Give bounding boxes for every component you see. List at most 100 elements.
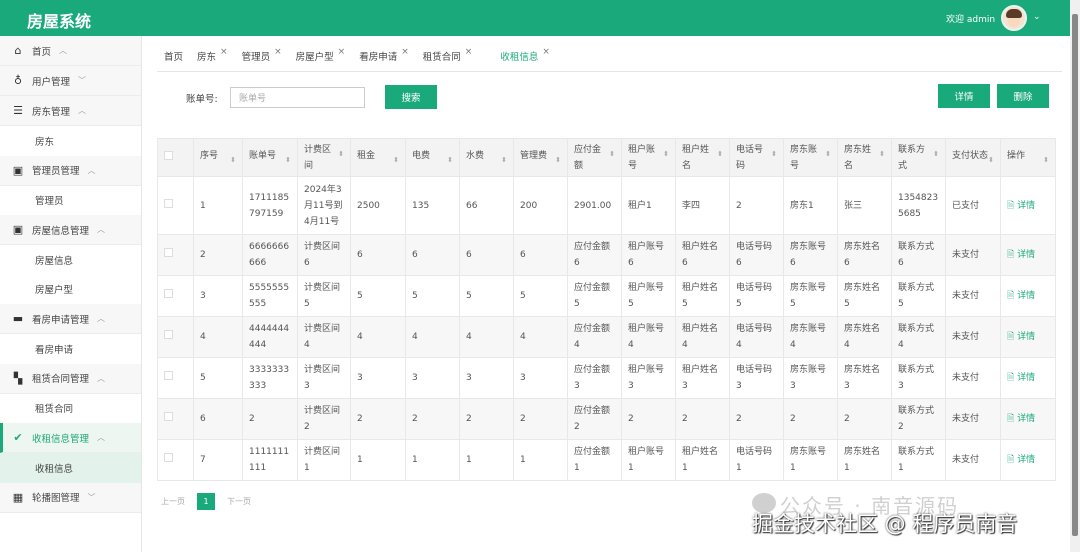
- table-cell: 房东账号5: [783, 275, 838, 317]
- sort-icon[interactable]: ⬍: [1043, 152, 1049, 168]
- sidebar-menu-7[interactable]: ✔ 收租信息管理 ︿: [0, 423, 141, 453]
- row-checkbox[interactable]: [164, 330, 173, 339]
- column-header[interactable]: ⬍ 序号: [193, 138, 243, 177]
- sidebar-menu-8[interactable]: ▦ 轮播图管理 ﹀: [0, 482, 141, 513]
- row-checkbox[interactable]: [164, 412, 173, 421]
- sidebar-item[interactable]: 看房申请: [0, 334, 141, 364]
- sidebar-menu-5[interactable]: ▬ 看房申请管理 ︿: [0, 304, 141, 334]
- close-icon[interactable]: ×: [220, 47, 228, 57]
- column-header[interactable]: ⬍ 管理费: [513, 138, 568, 177]
- sort-icon[interactable]: ⬍: [988, 152, 994, 168]
- sidebar-menu-4[interactable]: ▣ 房屋信息管理 ︿: [0, 215, 141, 245]
- sidebar-item[interactable]: 房屋户型: [0, 274, 141, 304]
- row-detail-button[interactable]: 🗎 详情: [1007, 332, 1035, 342]
- scrollbar-thumb[interactable]: [1072, 14, 1078, 536]
- sort-icon[interactable]: ⬍: [230, 152, 236, 168]
- column-header[interactable]: ⬍ 租户姓名: [675, 138, 730, 177]
- sidebar-item[interactable]: 管理员: [0, 185, 141, 215]
- column-header[interactable]: ⬍ 租户账号: [621, 138, 676, 177]
- row-detail-button[interactable]: 🗎 详情: [1007, 250, 1035, 260]
- cell-value: 2901.00: [574, 200, 612, 211]
- sort-icon[interactable]: ⬍: [447, 152, 453, 168]
- tab-5[interactable]: 租赁合同 ×: [416, 47, 480, 63]
- column-header[interactable]: ⬍ 水费: [459, 138, 514, 177]
- row-checkbox[interactable]: [164, 453, 173, 462]
- row-checkbox-cell[interactable]: [157, 439, 194, 481]
- sort-icon[interactable]: ⬍: [285, 152, 291, 168]
- sort-icon[interactable]: ⬍: [663, 146, 669, 162]
- sort-icon[interactable]: ⬍: [555, 152, 561, 168]
- page-1-button[interactable]: 1: [197, 493, 215, 510]
- sidebar-menu-2[interactable]: ☰ 房东管理 ︿: [0, 96, 141, 126]
- chevron-down-icon[interactable]: ⌄: [1033, 12, 1041, 22]
- checkbox[interactable]: [164, 150, 173, 160]
- sidebar-menu-1[interactable]: ♁ 用户管理 ﹀: [0, 66, 141, 96]
- sidebar-menu-3[interactable]: ▣ 管理员管理 ︿: [0, 155, 141, 186]
- close-icon[interactable]: ×: [465, 47, 473, 57]
- sidebar-menu-0[interactable]: ⌂ 首页 ︿: [0, 36, 141, 66]
- row-checkbox[interactable]: [164, 248, 173, 257]
- column-header[interactable]: ⬍ 电话号码: [729, 138, 784, 177]
- row-checkbox[interactable]: [164, 289, 173, 298]
- close-icon[interactable]: ×: [542, 47, 550, 57]
- close-icon[interactable]: ×: [338, 47, 346, 57]
- column-header[interactable]: ⬍ 租金: [350, 138, 406, 177]
- sort-icon[interactable]: ⬍: [338, 146, 344, 162]
- row-checkbox-cell[interactable]: [157, 234, 194, 276]
- row-detail-button[interactable]: 🗎 详情: [1007, 455, 1035, 465]
- column-header[interactable]: ⬍ 联系方式: [891, 138, 946, 177]
- column-header[interactable]: ⬍ 账单号: [242, 138, 298, 177]
- bill-number-input[interactable]: 账单号: [230, 87, 365, 108]
- sidebar-menu-6[interactable]: ▚ 租赁合同管理 ︿: [0, 363, 141, 394]
- sort-icon[interactable]: ⬍: [771, 146, 777, 162]
- sort-icon[interactable]: ⬍: [825, 146, 831, 162]
- table-cell: 1: [459, 439, 514, 481]
- select-all-checkbox[interactable]: [157, 138, 194, 177]
- sort-icon[interactable]: ⬍: [717, 146, 723, 162]
- column-header[interactable]: ⬍ 应付金额: [567, 138, 622, 177]
- tab-1[interactable]: 房东 ×: [190, 47, 235, 63]
- cell-value: 房东账号5: [790, 283, 827, 309]
- prev-page-button[interactable]: 上一页: [157, 493, 189, 510]
- tab-4[interactable]: 看房申请 ×: [352, 47, 416, 63]
- page-scrollbar[interactable]: [1070, 0, 1080, 552]
- column-header[interactable]: ⬍ 支付状态: [945, 138, 1001, 177]
- sort-icon[interactable]: ⬍: [501, 152, 507, 168]
- close-icon[interactable]: ×: [401, 47, 409, 57]
- sort-icon[interactable]: ⬍: [879, 146, 885, 162]
- avatar[interactable]: [1001, 5, 1027, 31]
- row-checkbox[interactable]: [164, 371, 173, 380]
- tab-0[interactable]: 首页: [157, 49, 190, 63]
- sidebar-item[interactable]: 租赁合同: [0, 393, 141, 423]
- tab-3[interactable]: 房屋户型 ×: [289, 47, 353, 63]
- column-header[interactable]: ⬍ 房东姓名: [837, 138, 892, 177]
- row-checkbox-cell[interactable]: [157, 176, 194, 235]
- tab-2[interactable]: 管理员 ×: [235, 47, 289, 63]
- sort-icon[interactable]: ⬍: [393, 152, 399, 168]
- row-detail-button[interactable]: 🗎 详情: [1007, 291, 1035, 301]
- row-detail-button[interactable]: 🗎 详情: [1007, 373, 1035, 383]
- search-button[interactable]: 搜索: [385, 85, 437, 109]
- row-detail-button[interactable]: 🗎 详情: [1007, 414, 1035, 424]
- sort-icon[interactable]: ⬍: [609, 146, 615, 162]
- column-header[interactable]: ⬍ 房东账号: [783, 138, 838, 177]
- column-header[interactable]: ⬍ 计费区间: [297, 138, 351, 177]
- row-checkbox-cell[interactable]: [157, 357, 194, 399]
- column-header[interactable]: ⬍ 操作: [1000, 138, 1056, 177]
- row-checkbox-cell[interactable]: [157, 316, 194, 358]
- row-checkbox-cell[interactable]: [157, 275, 194, 317]
- sidebar-item[interactable]: 房东: [0, 126, 141, 156]
- sort-icon[interactable]: ⬍: [933, 146, 939, 162]
- sidebar-item[interactable]: 收租信息: [0, 453, 141, 483]
- delete-button[interactable]: 删除: [997, 84, 1049, 108]
- row-checkbox-cell[interactable]: [157, 398, 194, 440]
- tab-6[interactable]: 收租信息 ×: [493, 47, 557, 63]
- next-page-button[interactable]: 下一页: [222, 493, 256, 510]
- row-checkbox[interactable]: [164, 198, 173, 208]
- detail-button[interactable]: 详情: [938, 84, 990, 108]
- row-detail-button[interactable]: 🗎 详情: [1007, 201, 1035, 211]
- document-icon: 🗎: [1007, 414, 1018, 424]
- sidebar-item[interactable]: 房屋信息: [0, 245, 141, 275]
- column-header[interactable]: ⬍ 电费: [405, 138, 460, 177]
- close-icon[interactable]: ×: [274, 47, 282, 57]
